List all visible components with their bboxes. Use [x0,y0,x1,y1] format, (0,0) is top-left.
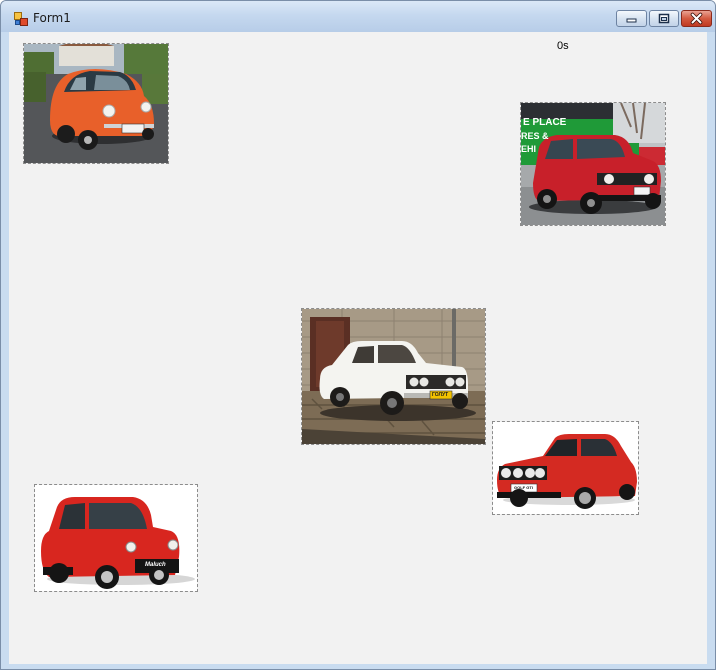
title-bar[interactable]: Form1 [1,1,715,32]
timer-label: 0s [557,40,569,52]
picture-box-red-golf[interactable]: GOLF GTI [492,421,639,515]
close-icon [690,12,703,25]
white-lada-photo [302,309,485,444]
red-golf-photo [493,422,638,514]
form-client-area: 0s E PLACE RES & EHI ГОЛУТ GOLF GTI Malu… [9,32,707,664]
shop-sign-line-3: EHI [521,144,537,154]
golf-plate-text: GOLF GTI [514,485,533,490]
form-window: Form1 0s E PLACE RES & EHI ГОЛУТ GOLF GT… [0,0,716,670]
orange-car-photo [24,44,168,163]
maximize-icon [658,13,670,24]
minimize-icon [626,18,637,23]
window-title: Form1 [33,11,71,25]
minimize-button[interactable] [616,10,647,27]
close-button[interactable] [681,10,712,27]
picture-box-white-lada[interactable]: ГОЛУТ [301,308,486,445]
window-bottom-border [1,664,715,669]
picture-box-orange-car[interactable] [23,43,169,164]
maximize-button[interactable] [649,10,679,27]
app-icon [14,12,28,26]
lada-plate-text: ГОЛУТ [432,392,449,398]
picture-box-red-yugo[interactable]: E PLACE RES & EHI [520,102,666,226]
picture-box-red-fiat-126[interactable]: Maluch [34,484,198,592]
fiat-126-plate-text: Maluch [145,562,166,568]
shop-sign-line-2: RES & [521,131,549,141]
shop-sign-line-1: E PLACE [523,117,567,128]
red-fiat-126-photo [35,485,197,591]
